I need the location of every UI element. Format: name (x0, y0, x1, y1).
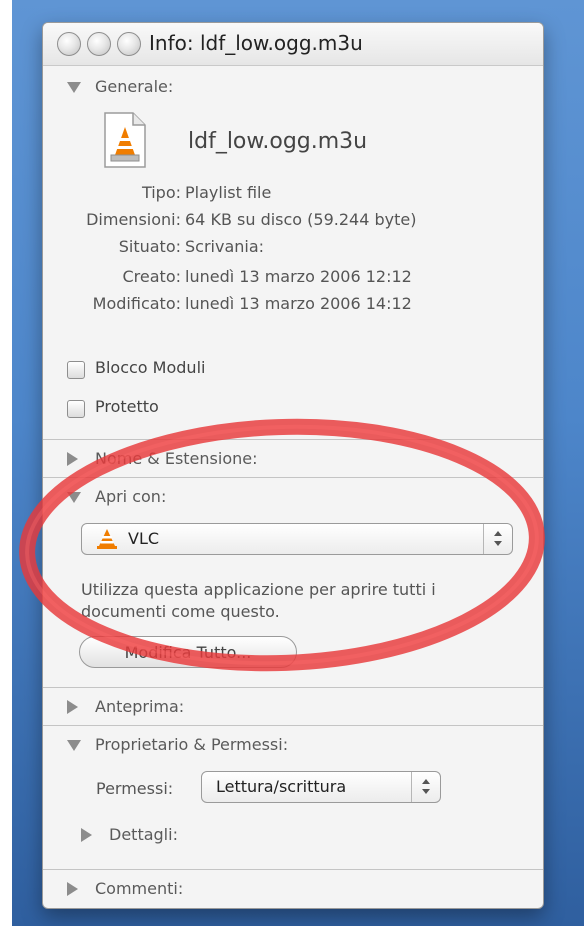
change-all-button[interactable]: Modifica Tutto... (79, 636, 297, 668)
info-key: Modificato: (92, 294, 181, 313)
close-window-button[interactable] (57, 32, 81, 56)
minimize-window-button[interactable] (87, 32, 111, 56)
section-name-extension-label: Nome & Estensione: (95, 449, 258, 468)
info-key: Creato: (122, 267, 182, 286)
info-value: lunedì 13 marzo 2006 14:12 (185, 294, 412, 313)
popup-stepper-icon[interactable] (411, 772, 440, 802)
section-general-label: Generale: (95, 77, 174, 96)
divider (43, 477, 543, 478)
chevron-down-icon (422, 789, 430, 794)
info-row-location: Situato: Scrivania: (43, 237, 543, 263)
window-title: Info: ldf_low.ogg.m3u (149, 31, 363, 55)
section-open-with-label: Apri con: (95, 487, 167, 506)
change-all-button-label: Modifica Tutto... (124, 643, 252, 662)
info-value: Scrivania: (185, 237, 265, 256)
section-preview-header[interactable]: Anteprima: (43, 693, 543, 725)
chevron-up-icon (422, 779, 430, 784)
disclosure-triangle-collapsed-icon[interactable] (67, 452, 78, 466)
permissions-label: Permessi: (96, 779, 174, 798)
permissions-popup[interactable]: Lettura/scrittura (201, 771, 441, 803)
info-window: Info: ldf_low.ogg.m3u Generale: ldf_low.… (42, 22, 544, 909)
divider (43, 869, 543, 870)
zoom-window-button[interactable] (117, 32, 141, 56)
info-key: Situato: (118, 237, 181, 256)
section-name-extension-header[interactable]: Nome & Estensione: (43, 445, 543, 477)
disclosure-triangle-expanded-icon[interactable] (67, 492, 81, 503)
divider (43, 439, 543, 440)
section-general-header[interactable]: Generale: (43, 73, 543, 105)
section-comments-header[interactable]: Commenti: (43, 875, 543, 907)
section-comments-label: Commenti: (95, 879, 184, 898)
permissions-value: Lettura/scrittura (216, 777, 347, 796)
info-value: lunedì 13 marzo 2006 12:12 (185, 267, 412, 286)
info-value: Playlist file (185, 183, 272, 202)
divider (43, 687, 543, 688)
info-key: Dimensioni: (86, 210, 181, 229)
info-row-size: Dimensioni: 64 KB su disco (59.244 byte) (43, 210, 543, 236)
divider (43, 725, 543, 726)
disclosure-triangle-collapsed-icon[interactable] (67, 700, 78, 714)
info-row-type: Tipo: Playlist file (43, 183, 543, 209)
section-preview-label: Anteprima: (95, 697, 185, 716)
vlc-cone-icon (97, 529, 117, 549)
info-key: Tipo: (141, 183, 181, 202)
disclosure-triangle-expanded-icon[interactable] (67, 740, 81, 751)
chevron-down-icon (494, 541, 502, 546)
playlist-file-icon (104, 112, 146, 168)
chevron-up-icon (494, 531, 502, 536)
locked-checkbox[interactable] (67, 400, 85, 418)
section-ownership-header[interactable]: Proprietario & Permessi: (43, 731, 543, 763)
open-with-app-name: VLC (128, 529, 160, 548)
stationery-pad-label: Blocco Moduli (95, 358, 206, 377)
section-open-with-header[interactable]: Apri con: (43, 483, 543, 515)
info-row-modified: Modificato: lunedì 13 marzo 2006 14:12 (43, 294, 543, 320)
details-header[interactable]: Dettagli: (43, 821, 543, 853)
disclosure-triangle-expanded-icon[interactable] (67, 82, 81, 93)
popup-stepper-icon[interactable] (483, 524, 512, 554)
open-with-app-popup[interactable]: VLC (81, 523, 513, 555)
details-label: Dettagli: (109, 825, 178, 844)
locked-label: Protetto (95, 397, 159, 416)
file-name: ldf_low.ogg.m3u (188, 129, 368, 154)
disclosure-triangle-collapsed-icon[interactable] (81, 828, 92, 842)
info-row-created: Creato: lunedì 13 marzo 2006 12:12 (43, 267, 543, 293)
info-value: 64 KB su disco (59.244 byte) (185, 210, 417, 229)
section-ownership-label: Proprietario & Permessi: (95, 735, 289, 754)
stationery-pad-checkbox[interactable] (67, 361, 85, 379)
title-bar[interactable]: Info: ldf_low.ogg.m3u (43, 23, 543, 66)
open-with-description: Utilizza questa applicazione per aprire … (81, 580, 436, 621)
disclosure-triangle-collapsed-icon[interactable] (67, 882, 78, 896)
